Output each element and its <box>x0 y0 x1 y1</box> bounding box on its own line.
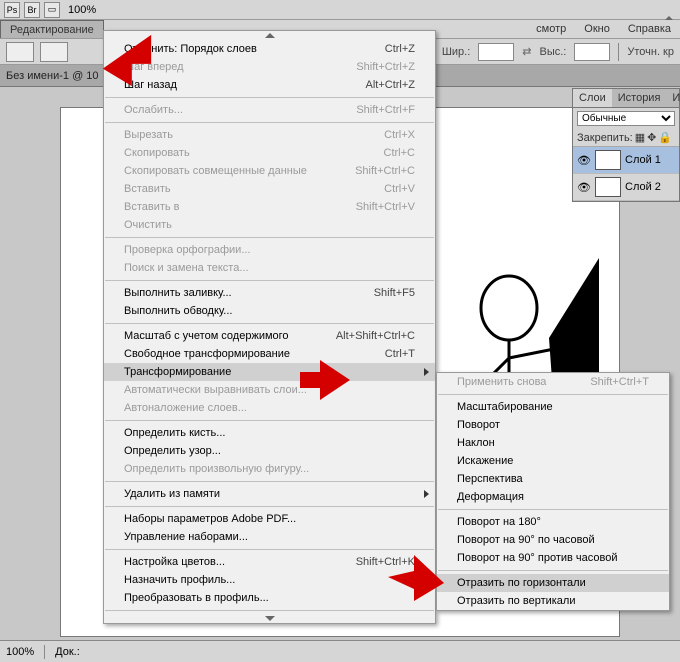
menu-rotate-90-cw[interactable]: Поворот на 90° по часовой <box>437 531 669 549</box>
menu-copy: СкопироватьCtrl+C <box>104 144 435 162</box>
menu-edit[interactable]: Редактирование <box>0 20 104 38</box>
tool-preset[interactable] <box>6 42 34 62</box>
menu-rotate-180[interactable]: Поворот на 180° <box>437 513 669 531</box>
menu-fade: Ослабить...Shift+Ctrl+F <box>104 101 435 119</box>
status-zoom[interactable]: 100% <box>6 646 34 658</box>
menu-convert-profile[interactable]: Преобразовать в профиль... <box>104 589 435 607</box>
menu-define-shape: Определить произвольную фигуру... <box>104 460 435 478</box>
annotation-arrow-3 <box>388 555 444 601</box>
tab-history[interactable]: История <box>612 89 667 107</box>
menu-help[interactable]: Справка <box>619 20 680 38</box>
annotation-arrow-2 <box>300 360 350 400</box>
layer-thumbnail <box>595 150 621 170</box>
menu-copy-merged: Скопировать совмещенные данныеShift+Ctrl… <box>104 162 435 180</box>
menu-define-brush[interactable]: Определить кисть... <box>104 424 435 442</box>
menu-preset-manager[interactable]: Управление наборами... <box>104 528 435 546</box>
lock-all-icon[interactable]: 🔒 <box>658 131 672 144</box>
transform-submenu: Применить сноваShift+Ctrl+T Масштабирова… <box>436 372 670 611</box>
menu-free-transform[interactable]: Свободное трансформированиеCtrl+T <box>104 345 435 363</box>
top-toolbar: Ps Br ▭ 100% <box>0 0 680 20</box>
menu-rotate[interactable]: Поворот <box>437 416 669 434</box>
menu-perspective[interactable]: Перспектива <box>437 470 669 488</box>
menu-view-partial[interactable]: смотр <box>527 20 575 38</box>
tab-layers[interactable]: Слои <box>573 89 612 107</box>
tab-i[interactable]: И <box>666 89 680 107</box>
submenu-arrow-icon <box>424 490 429 498</box>
status-doc-label: Док.: <box>55 646 80 658</box>
layer-thumbnail <box>595 177 621 197</box>
menu-auto-blend: Автоналожение слоев... <box>104 399 435 417</box>
height-input[interactable] <box>574 43 610 61</box>
crop-tool-icon[interactable] <box>40 42 68 62</box>
layer-row-2[interactable]: 👁 Слой 2 <box>573 174 679 201</box>
status-bar: 100% Док.: <box>0 640 680 662</box>
lock-label: Закрепить: <box>577 132 633 144</box>
menu-transform[interactable]: Трансформирование <box>104 363 435 381</box>
menu-pdf-presets[interactable]: Наборы параметров Adobe PDF... <box>104 510 435 528</box>
layer-row-1[interactable]: 👁 Слой 1 <box>573 147 679 174</box>
icon-ps[interactable]: Ps <box>4 2 20 18</box>
menu-spell: Проверка орфографии... <box>104 241 435 259</box>
lock-pixels-icon[interactable]: ▦ <box>635 131 645 144</box>
menu-auto-align: Автоматически выравнивать слои... <box>104 381 435 399</box>
edit-dropdown: Отменить: Порядок слоевCtrl+Z Шаг вперед… <box>103 30 436 624</box>
menu-cut: ВырезатьCtrl+X <box>104 126 435 144</box>
menu-assign-profile[interactable]: Назначить профиль... <box>104 571 435 589</box>
menu-scale[interactable]: Масштабирование <box>437 398 669 416</box>
zoom-level: 100% <box>68 4 96 16</box>
menu-rotate-90-ccw[interactable]: Поворот на 90° против часовой <box>437 549 669 567</box>
layers-panel: Слои История И Обычные Закрепить: ▦ ✥ 🔒 … <box>572 88 680 202</box>
visibility-icon[interactable]: 👁 <box>577 153 591 167</box>
width-label: Шир.: <box>442 46 470 58</box>
refine-label[interactable]: Уточн. кр <box>627 46 674 58</box>
icon-br[interactable]: Br <box>24 2 40 18</box>
width-input[interactable] <box>478 43 514 61</box>
blend-mode-select[interactable]: Обычные <box>577 111 675 126</box>
annotation-arrow-1 <box>98 30 156 88</box>
layer-name: Слой 1 <box>625 154 661 166</box>
icon-screen[interactable]: ▭ <box>44 2 60 18</box>
menu-stroke[interactable]: Выполнить обводку... <box>104 302 435 320</box>
document-title: Без имени-1 @ 10 <box>6 70 99 82</box>
menu-distort[interactable]: Искажение <box>437 452 669 470</box>
menu-define-pattern[interactable]: Определить узор... <box>104 442 435 460</box>
menu-paste-into: Вставить вShift+Ctrl+V <box>104 198 435 216</box>
menu-flip-vertical[interactable]: Отразить по вертикали <box>437 592 669 610</box>
layer-name: Слой 2 <box>625 181 661 193</box>
visibility-icon[interactable]: 👁 <box>577 180 591 194</box>
height-label: Выс.: <box>540 46 567 58</box>
menu-transform-again: Применить сноваShift+Ctrl+T <box>437 373 669 391</box>
menu-purge[interactable]: Удалить из памяти <box>104 485 435 503</box>
menu-clear: Очистить <box>104 216 435 234</box>
menu-paste: ВставитьCtrl+V <box>104 180 435 198</box>
submenu-arrow-icon <box>424 368 429 376</box>
menu-flip-horizontal[interactable]: Отразить по горизонтали <box>437 574 669 592</box>
menu-fill[interactable]: Выполнить заливку...Shift+F5 <box>104 284 435 302</box>
menu-window[interactable]: Окно <box>575 20 619 38</box>
menu-skew[interactable]: Наклон <box>437 434 669 452</box>
menu-find-replace: Поиск и замена текста... <box>104 259 435 277</box>
menu-content-aware-scale[interactable]: Масштаб с учетом содержимогоAlt+Shift+Ct… <box>104 327 435 345</box>
lock-position-icon[interactable]: ✥ <box>647 131 656 144</box>
menu-color-settings[interactable]: Настройка цветов...Shift+Ctrl+K <box>104 553 435 571</box>
menu-warp[interactable]: Деформация <box>437 488 669 506</box>
